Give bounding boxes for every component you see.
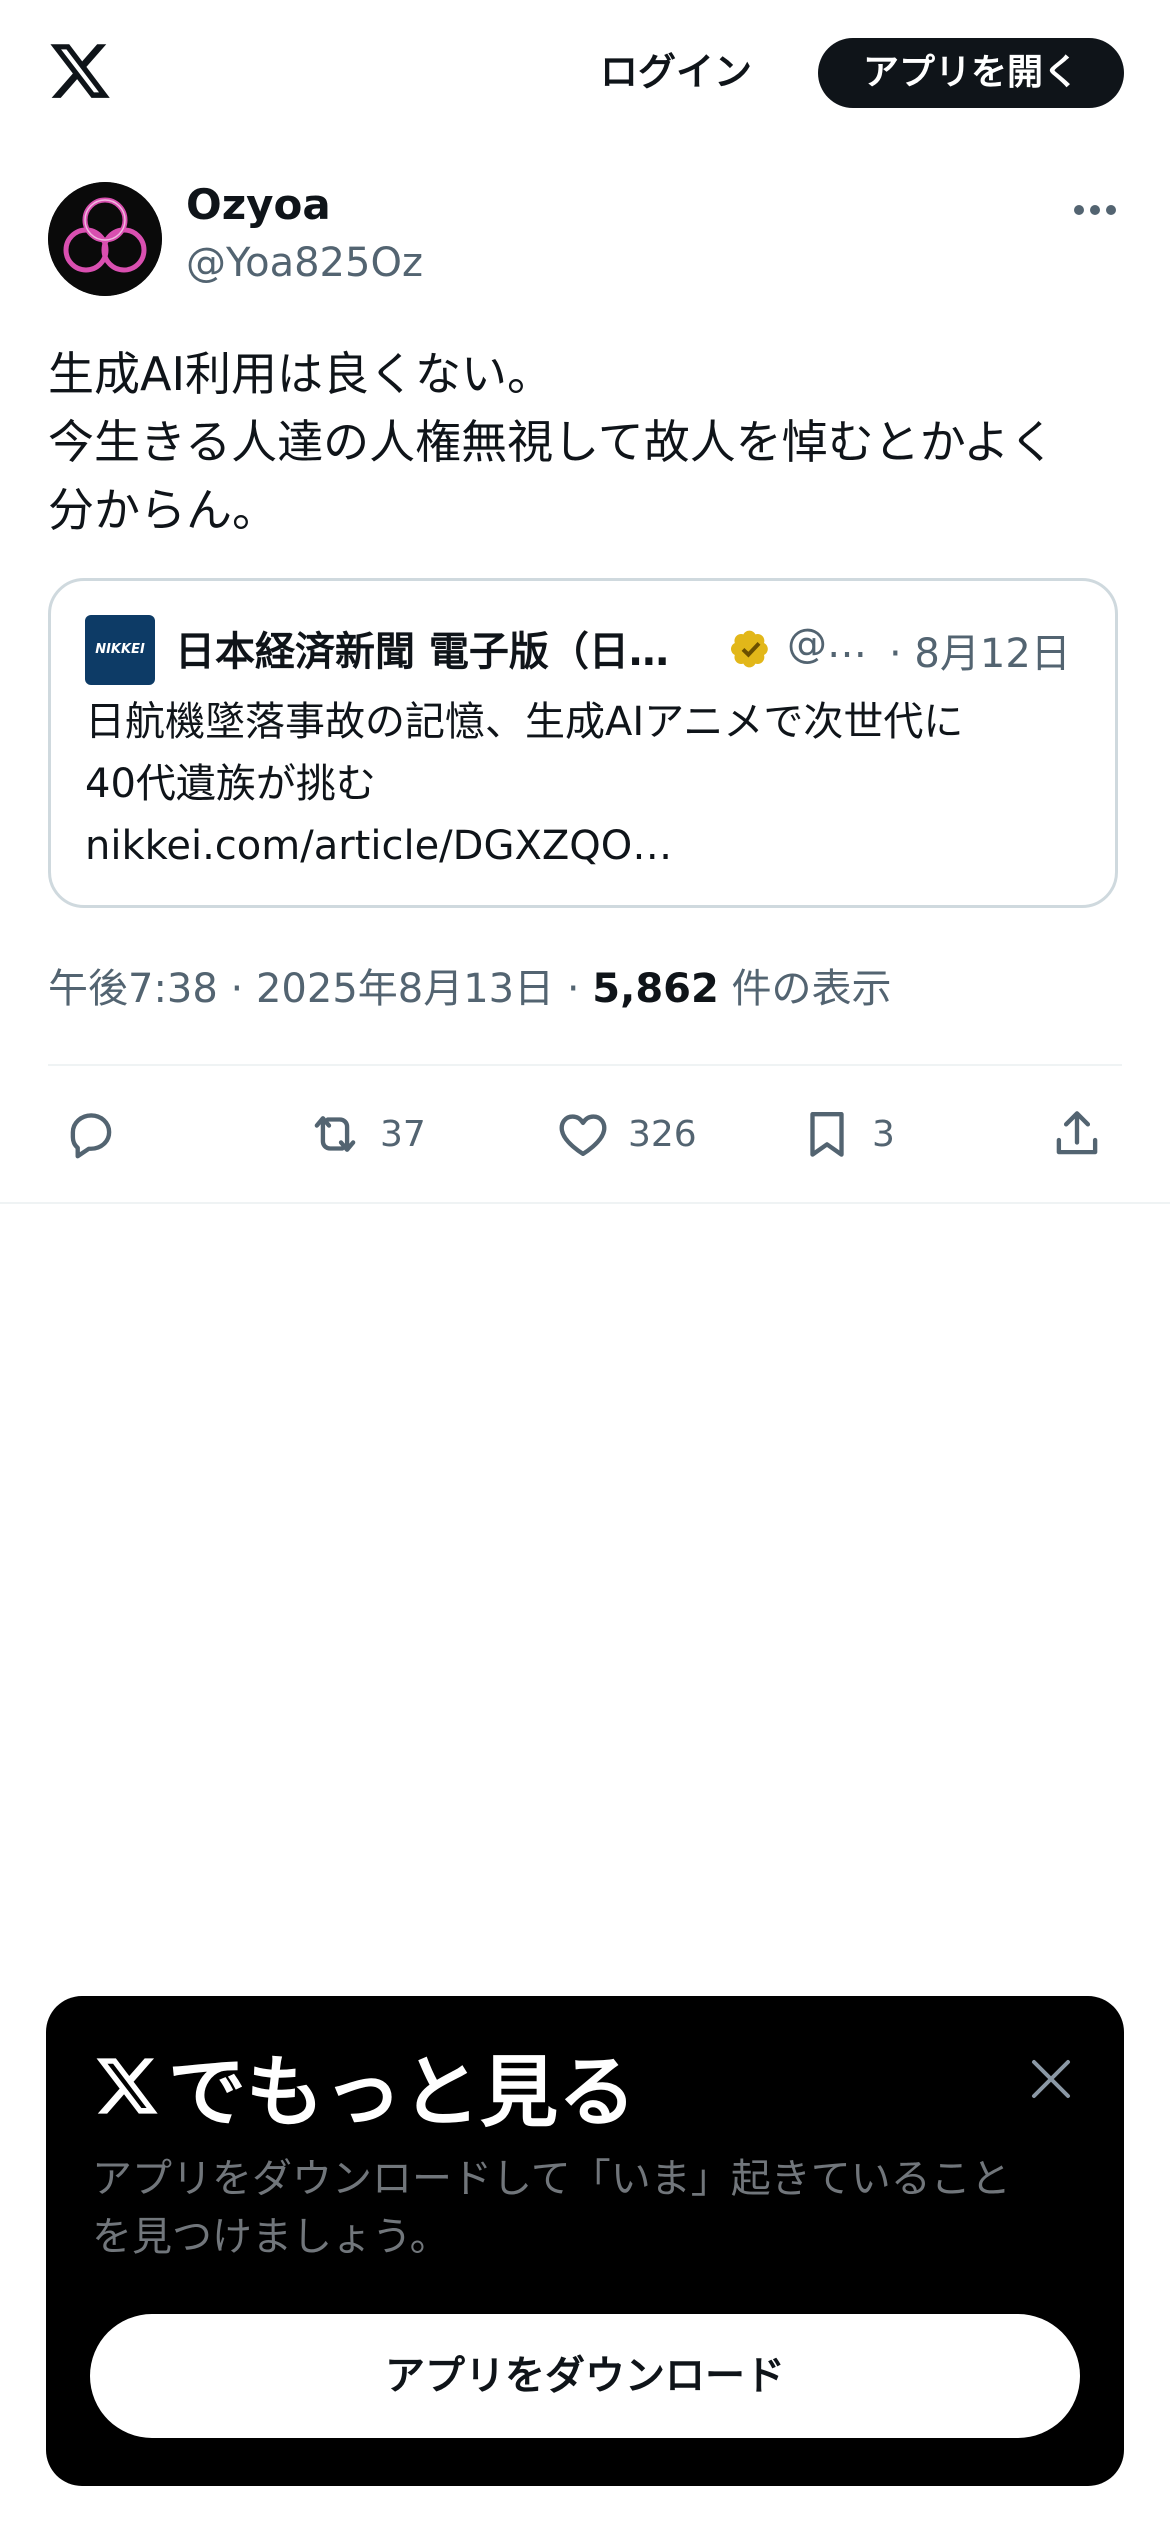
like-button[interactable]: 326 [554, 1104, 697, 1164]
post-text-line: 分からん。 [48, 483, 278, 537]
sheet-description-line: を見つけましょう。 [92, 2214, 450, 2260]
share-button[interactable] [1048, 1104, 1106, 1164]
post-text-line: 生成AI利用は良くない。 [48, 347, 554, 401]
views-label: 件の表示 [731, 966, 892, 1012]
quoted-text-line: 日航機墜落事故の記憶、生成AIアニメで次世代に [85, 699, 964, 745]
quoted-author-handle: @… [787, 621, 867, 667]
meta-separator: · [230, 966, 244, 1012]
repost-button[interactable]: 37 [306, 1104, 426, 1164]
post-date[interactable]: 2025年8月13日 [256, 966, 554, 1012]
quoted-link[interactable]: nikkei.com/article/DGXZQO… [85, 815, 1085, 877]
sheet-title: でもっと見る [92, 2036, 636, 2138]
post-meta: 午後7:38 · 2025年8月13日 · 5,862 件の表示 [48, 956, 892, 1014]
x-logo-icon[interactable] [46, 38, 114, 104]
app-promo-sheet: でもっと見る アプリをダウンロードして「いま」起きていること を見つけましょう。… [46, 1996, 1124, 2486]
quoted-post-text: 日航機墜落事故の記憶、生成AIアニメで次世代に 40代遺族が挑む nikkei.… [85, 691, 1085, 877]
divider [48, 1064, 1122, 1066]
post-text: 生成AI利用は良くない。 今生きる人達の人権無視して故人を悼むとかよく 分からん… [48, 340, 1128, 544]
post-time[interactable]: 午後7:38 [48, 966, 218, 1012]
sheet-description-line: アプリをダウンロードして「いま」起きていること [92, 2156, 1011, 2202]
share-icon [1056, 1111, 1098, 1155]
sheet-title-text: でもっと見る [168, 2048, 637, 2138]
close-icon[interactable] [1026, 2054, 1076, 2104]
quoted-text-line: 40代遺族が挑む [85, 761, 376, 807]
more-options-icon[interactable] [1070, 190, 1120, 230]
avatar-emblem-icon [48, 182, 162, 296]
quoted-author-name: 日本経済新聞 電子版（日… [175, 629, 669, 675]
x-logo-icon [96, 2058, 158, 2114]
meta-separator: · [566, 966, 580, 1012]
divider [0, 1202, 1170, 1204]
repost-count: 37 [380, 1113, 426, 1155]
quoted-post-date: · 8月12日 [889, 631, 1071, 677]
quoted-avatar: NIKKEI [85, 615, 155, 685]
bookmark-icon [810, 1112, 844, 1157]
download-app-button[interactable]: アプリをダウンロード [90, 2314, 1080, 2438]
bookmark-button[interactable]: 3 [798, 1104, 895, 1164]
heart-icon [559, 1114, 607, 1156]
post-text-line: 今生きる人達の人権無視して故人を悼むとかよく [48, 415, 1056, 469]
top-bar: ログイン アプリを開く [0, 0, 1170, 150]
like-count: 326 [628, 1113, 697, 1155]
sheet-description: アプリをダウンロードして「いま」起きていること を見つけましょう。 [92, 2150, 1092, 2266]
repost-icon [314, 1116, 356, 1152]
quoted-post-card[interactable]: NIKKEI 日本経済新聞 電子版（日… @… · 8月12日 日航機墜落事故の… [48, 578, 1118, 908]
verified-badge-icon [731, 630, 768, 668]
views-count: 5,862 [592, 966, 719, 1012]
open-app-button[interactable]: アプリを開く [818, 38, 1124, 108]
bookmark-count: 3 [872, 1113, 895, 1155]
reply-icon [70, 1113, 112, 1159]
author-name[interactable]: Ozyoa [186, 180, 331, 229]
login-link[interactable]: ログイン [600, 40, 752, 104]
avatar[interactable] [48, 182, 162, 296]
reply-button[interactable] [62, 1104, 136, 1164]
author-handle[interactable]: @Yoa825Oz [186, 240, 423, 286]
